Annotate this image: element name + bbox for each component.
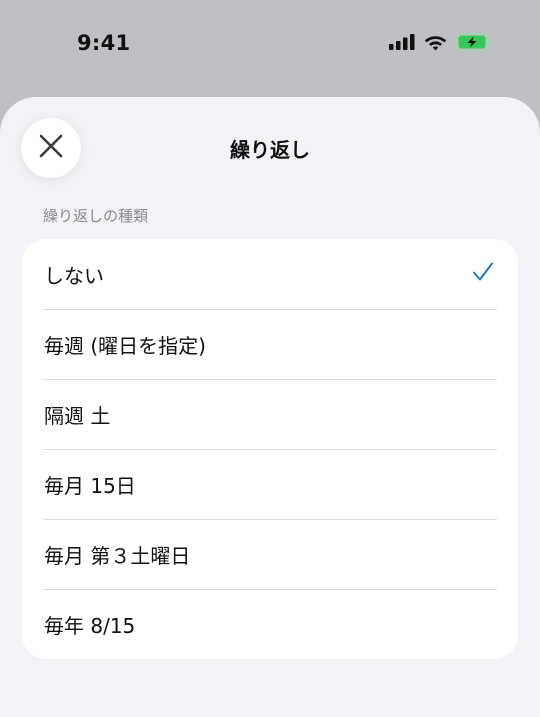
option-biweekly-saturday[interactable]: 隔週 土	[22, 379, 518, 449]
section-header: 繰り返しの種類	[43, 207, 149, 225]
option-label: 毎年 8/15	[44, 613, 136, 638]
option-yearly-aug-15[interactable]: 毎年 8/15	[22, 589, 518, 659]
battery-charging-icon	[456, 33, 492, 51]
signal-icon	[389, 34, 415, 50]
sheet-title: 繰り返し	[230, 138, 310, 162]
status-bar: 9:41	[0, 0, 540, 90]
option-label: しない	[44, 263, 104, 288]
option-monthly-15th[interactable]: 毎月 15日	[22, 449, 518, 519]
status-icons	[389, 33, 492, 51]
option-label: 毎週 (曜日を指定)	[44, 333, 206, 358]
repeat-sheet: 繰り返し 繰り返しの種類 しない 毎週 (曜日を指定) 隔週 土 毎月 15日 …	[0, 97, 540, 717]
repeat-options-list: しない 毎週 (曜日を指定) 隔週 土 毎月 15日 毎月 第３土曜日 毎年 8…	[22, 239, 518, 659]
option-label: 隔週 土	[44, 403, 111, 428]
option-label: 毎月 第３土曜日	[44, 543, 191, 568]
option-weekly-specify-days[interactable]: 毎週 (曜日を指定)	[22, 309, 518, 379]
option-none[interactable]: しない	[22, 239, 518, 309]
wifi-icon	[424, 34, 447, 51]
checkmark-icon	[472, 262, 494, 287]
option-label: 毎月 15日	[44, 473, 136, 498]
status-time: 9:41	[77, 31, 131, 55]
option-monthly-third-saturday[interactable]: 毎月 第３土曜日	[22, 519, 518, 589]
